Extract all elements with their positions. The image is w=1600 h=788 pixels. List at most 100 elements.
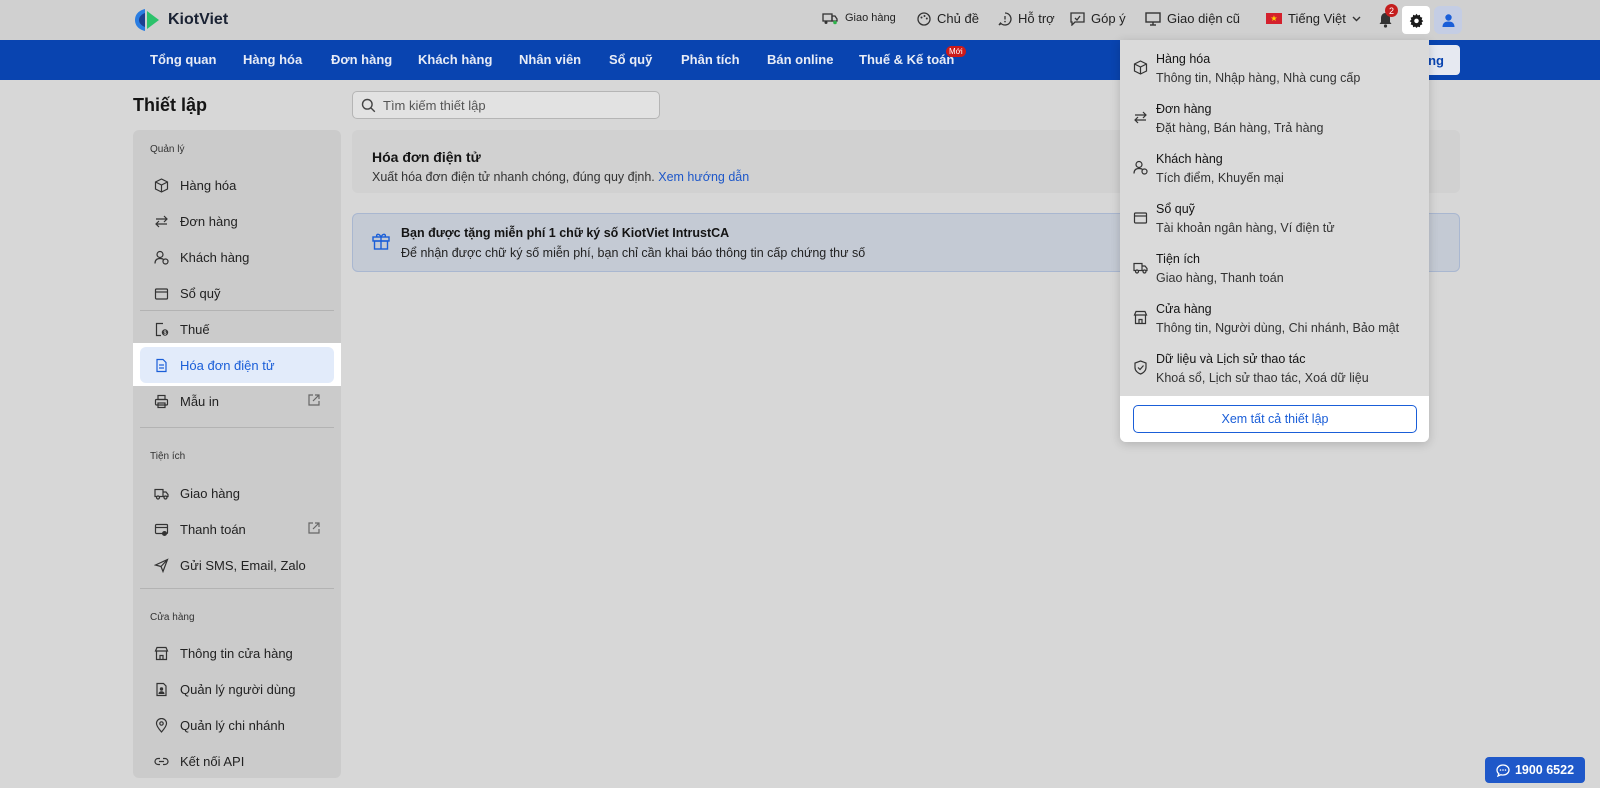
- dropdown-item-title: Tiện ích: [1156, 252, 1201, 266]
- sidebar-item-label: Thuế: [180, 321, 210, 337]
- sidebar-item-label: Giao hàng: [180, 485, 240, 501]
- sidebar-item-orders[interactable]: Đơn hàng: [140, 203, 334, 239]
- delivery-link[interactable]: Giao hàng: [822, 11, 896, 25]
- settings-sidebar: Quản lý Hàng hóa Đơn hàng Khách hàng Sổ …: [133, 130, 341, 778]
- external-link-icon: [308, 394, 320, 406]
- new-badge: Mới: [946, 46, 966, 57]
- nav-orders[interactable]: Đơn hàng: [331, 52, 392, 67]
- nav-customers[interactable]: Khách hàng: [418, 52, 492, 67]
- sidebar-item-products[interactable]: Hàng hóa: [140, 167, 334, 203]
- sidebar-item-e-invoice[interactable]: Hóa đơn điện tử: [140, 347, 334, 383]
- swap-icon: [1134, 111, 1147, 124]
- page-title: Thiết lập: [133, 95, 208, 115]
- monitor-icon: [1145, 11, 1161, 26]
- sidebar-divider: [140, 427, 334, 428]
- old-ui-link[interactable]: Giao diện cũ: [1145, 11, 1240, 26]
- view-all-settings-button[interactable]: Xem tất cả thiết lập: [1133, 405, 1417, 433]
- settings-search[interactable]: [352, 91, 660, 119]
- dropdown-item-cashbook[interactable]: Sổ quỹ Tài khoản ngân hàng, Ví điện tử: [1120, 196, 1429, 244]
- nav-products[interactable]: Hàng hóa: [243, 52, 302, 67]
- dropdown-item-title: Dữ liệu và Lịch sử thao tác: [1156, 352, 1306, 366]
- vietnam-flag-icon: ★: [1266, 13, 1282, 24]
- nav-analytics[interactable]: Phân tích: [681, 52, 740, 67]
- user-avatar-button[interactable]: [1434, 6, 1462, 34]
- dropdown-item-title: Cửa hàng: [1156, 302, 1212, 316]
- dropdown-item-subtitle: Giao hàng, Thanh toán: [1156, 271, 1284, 285]
- dropdown-item-title: Hàng hóa: [1156, 52, 1211, 66]
- card-description-text: Xuất hóa đơn điện tử nhanh chóng, đúng q…: [372, 170, 655, 184]
- language-selector[interactable]: ★ Tiếng Việt: [1266, 11, 1361, 26]
- sidebar-item-label: Khách hàng: [180, 249, 250, 265]
- sidebar-item-label: Thanh toán: [180, 521, 246, 537]
- dropdown-item-subtitle: Thông tin, Người dùng, Chi nhánh, Bảo mậ…: [1156, 321, 1400, 335]
- swap-icon: [155, 215, 168, 227]
- sidebar-item-messaging[interactable]: Gửi SMS, Email, Zalo: [140, 547, 334, 583]
- brand-name: KiotViet: [168, 11, 229, 28]
- hotline-number: 1900 6522: [1514, 763, 1575, 777]
- dropdown-item-orders[interactable]: Đơn hàng Đặt hàng, Bán hàng, Trả hàng: [1120, 96, 1429, 144]
- dropdown-item-title: Đơn hàng: [1156, 102, 1212, 116]
- nav-overview[interactable]: Tổng quan: [150, 52, 216, 67]
- dropdown-item-title: Khách hàng: [1156, 152, 1223, 166]
- chevron-down-icon: [1352, 16, 1361, 21]
- dropdown-item-utilities[interactable]: Tiện ích Giao hàng, Thanh toán: [1120, 246, 1429, 294]
- sidebar-item-api-connection[interactable]: Kết nối API: [140, 743, 334, 779]
- customer-icon: [154, 250, 169, 265]
- sidebar-item-cashbook[interactable]: Sổ quỹ: [140, 275, 334, 311]
- user-badge-icon: [156, 682, 167, 696]
- delivery-label: Giao hàng: [845, 12, 896, 24]
- notification-button[interactable]: 2: [1371, 4, 1399, 34]
- store-icon: [1133, 310, 1148, 325]
- dropdown-item-subtitle: Tài khoản ngân hàng, Ví điện tử: [1156, 221, 1335, 235]
- nav-employees[interactable]: Nhân viên: [519, 52, 581, 67]
- sidebar-item-label: Mẫu in: [180, 393, 220, 409]
- sidebar-item-store-info[interactable]: Thông tin cửa hàng: [140, 635, 334, 671]
- kiotviet-logo-icon: [135, 9, 159, 31]
- sidebar-item-payment[interactable]: Thanh toán: [140, 511, 334, 547]
- sidebar-item-label: Quản lý chi nhánh: [180, 717, 285, 733]
- sidebar-item-delivery[interactable]: Giao hàng: [140, 475, 334, 511]
- theme-link[interactable]: Chủ đề: [917, 11, 979, 26]
- feedback-link[interactable]: Góp ý: [1070, 11, 1126, 26]
- notification-count-badge: 2: [1385, 4, 1398, 17]
- promo-title: Bạn được tặng miễn phí 1 chữ ký số KiotV…: [401, 226, 730, 240]
- delivery-truck-icon: [822, 13, 838, 25]
- shield-icon: [1134, 360, 1147, 375]
- palette-icon: [917, 11, 931, 26]
- feedback-label: Góp ý: [1091, 11, 1126, 26]
- sidebar-item-label: Đơn hàng: [180, 213, 238, 229]
- box-icon: [1133, 60, 1148, 75]
- user-icon: [1442, 13, 1454, 27]
- sidebar-item-label: Thông tin cửa hàng: [180, 645, 293, 661]
- sidebar-item-print-templates[interactable]: Mẫu in: [140, 383, 334, 419]
- gear-icon: [1409, 13, 1423, 28]
- sidebar-item-branch-management[interactable]: Quản lý chi nhánh: [140, 707, 334, 743]
- search-icon: [361, 98, 376, 112]
- brand-logo[interactable]: KiotViet: [133, 7, 228, 33]
- support-link[interactable]: Hỗ trợ: [998, 11, 1055, 26]
- dropdown-item-data-history[interactable]: Dữ liệu và Lịch sử thao tác Khoá sổ, Lịc…: [1120, 346, 1429, 394]
- nav-cashbook[interactable]: Sổ quỹ: [609, 52, 652, 67]
- guide-link[interactable]: Xem hướng dẫn: [658, 170, 749, 184]
- settings-button[interactable]: [1402, 6, 1430, 34]
- sidebar-group-store: Cửa hàng: [150, 612, 195, 623]
- top-bar: KiotViet Giao hàng Chủ đề Hỗ trợ Góp ý G…: [0, 0, 1600, 40]
- sidebar-item-user-management[interactable]: Quản lý người dùng: [140, 671, 334, 707]
- dropdown-item-customers[interactable]: Khách hàng Tích điểm, Khuyến mại: [1120, 146, 1429, 194]
- dropdown-item-products[interactable]: Hàng hóa Thông tin, Nhập hàng, Nhà cung …: [1120, 46, 1429, 94]
- nav-tax-accounting[interactable]: Thuế & Kế toán: [859, 52, 954, 67]
- sidebar-item-tax[interactable]: $ Thuế: [140, 311, 334, 347]
- dropdown-item-title: Sổ quỹ: [1156, 202, 1195, 216]
- sidebar-item-label: Quản lý người dùng: [180, 681, 296, 697]
- hotline-button[interactable]: 1900 6522: [1485, 757, 1585, 783]
- promo-description: Để nhận được chữ ký số miễn phí, bạn chỉ…: [401, 246, 866, 260]
- search-input[interactable]: [383, 97, 643, 113]
- sidebar-item-customers[interactable]: Khách hàng: [140, 239, 334, 275]
- dropdown-item-store[interactable]: Cửa hàng Thông tin, Người dùng, Chi nhán…: [1120, 296, 1429, 344]
- settings-dropdown: Hàng hóa Thông tin, Nhập hàng, Nhà cung …: [1120, 40, 1429, 442]
- sidebar-item-label: Sổ quỹ: [180, 285, 221, 301]
- feedback-icon: [1070, 11, 1085, 26]
- gift-icon: [372, 233, 390, 250]
- dropdown-item-subtitle: Khoá sổ, Lịch sử thao tác, Xoá dữ liệu: [1156, 371, 1369, 385]
- nav-online-sales[interactable]: Bán online: [767, 52, 833, 67]
